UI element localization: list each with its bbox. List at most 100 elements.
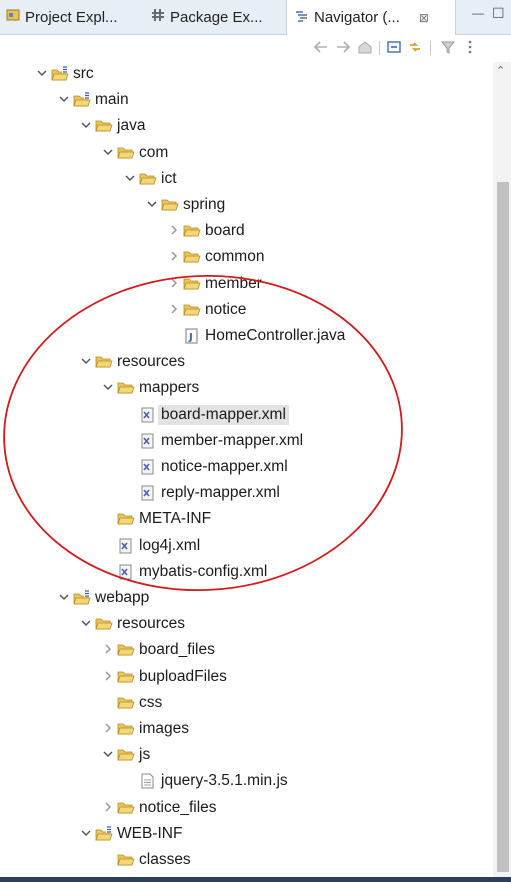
tree-item[interactable]: common bbox=[0, 245, 493, 271]
folder-icon bbox=[117, 380, 135, 396]
src-folder-icon bbox=[73, 92, 91, 108]
tab-label: Package Ex... bbox=[170, 8, 263, 26]
folder-icon bbox=[117, 642, 135, 658]
tree-item-label: HomeController.java bbox=[205, 327, 346, 344]
chevron-down-icon[interactable] bbox=[80, 617, 92, 631]
tree-item[interactable]: mappers bbox=[0, 376, 493, 402]
tree-item[interactable]: src bbox=[0, 62, 493, 88]
view-menu-icon[interactable] bbox=[462, 39, 478, 55]
chevron-down-icon[interactable] bbox=[80, 355, 92, 369]
chevron-right-icon[interactable] bbox=[168, 224, 180, 238]
folder-icon bbox=[117, 721, 135, 737]
xml-icon bbox=[139, 485, 157, 501]
chevron-down-icon[interactable] bbox=[58, 93, 70, 107]
chevron-right-icon[interactable] bbox=[102, 643, 114, 657]
tree-item[interactable]: main bbox=[0, 88, 493, 114]
tab-package-explorer[interactable]: Package Ex... bbox=[151, 0, 263, 34]
tree-item[interactable]: spring bbox=[0, 193, 493, 219]
chevron-right-icon[interactable] bbox=[102, 670, 114, 684]
back-icon[interactable] bbox=[313, 39, 329, 55]
xml-icon bbox=[139, 407, 157, 423]
tree-item[interactable]: log4j.xml bbox=[0, 534, 493, 560]
tree-item[interactable]: images bbox=[0, 717, 493, 743]
chevron-down-icon[interactable] bbox=[102, 146, 114, 160]
chevron-down-icon[interactable] bbox=[124, 172, 136, 186]
xml-icon bbox=[117, 564, 135, 580]
chevron-right-icon[interactable] bbox=[102, 722, 114, 736]
folder-icon bbox=[139, 171, 157, 187]
tree-item[interactable]: classes bbox=[0, 848, 493, 874]
tab-label: Project Expl... bbox=[25, 8, 118, 26]
chevron-down-icon[interactable] bbox=[102, 381, 114, 395]
tree-item-label: ict bbox=[161, 169, 177, 187]
tree-item[interactable]: board-mapper.xml bbox=[0, 403, 493, 429]
tree-item-label: board_files bbox=[139, 641, 215, 659]
tree-item-label: jquery-3.5.1.min.js bbox=[161, 772, 288, 790]
home-icon[interactable] bbox=[357, 39, 373, 55]
xml-icon bbox=[139, 433, 157, 449]
tree-item-label: board-mapper.xml bbox=[158, 404, 289, 425]
chevron-down-icon[interactable] bbox=[80, 119, 92, 133]
tree-item[interactable]: resources bbox=[0, 350, 493, 376]
tree-item[interactable]: java bbox=[0, 114, 493, 140]
vertical-scrollbar[interactable]: ⌃ bbox=[493, 62, 511, 882]
tree-item[interactable]: mybatis-config.xml bbox=[0, 560, 493, 586]
tree-item[interactable]: js bbox=[0, 743, 493, 769]
tree-item[interactable]: resources bbox=[0, 612, 493, 638]
chevron-down-icon[interactable] bbox=[146, 198, 158, 212]
minimize-icon[interactable]: — bbox=[472, 6, 484, 20]
chevron-down-icon[interactable] bbox=[102, 748, 114, 762]
java-icon: J bbox=[183, 328, 201, 344]
tree-item[interactable]: notice bbox=[0, 298, 493, 324]
chevron-right-icon[interactable] bbox=[168, 277, 180, 291]
tree-item[interactable]: buploadFiles bbox=[0, 665, 493, 691]
tree-item[interactable]: WEB-INF bbox=[0, 822, 493, 848]
tree-item-label: reply-mapper.xml bbox=[161, 484, 280, 502]
tree-item[interactable]: css bbox=[0, 691, 493, 717]
link-editor-icon[interactable] bbox=[407, 39, 423, 55]
tab-navigator[interactable]: Navigator (... ⊠ bbox=[286, 0, 456, 35]
view-toolbar bbox=[0, 35, 511, 61]
chevron-right-icon[interactable] bbox=[168, 250, 180, 264]
tree-item[interactable]: META-INF bbox=[0, 507, 493, 533]
tree-item[interactable]: J HomeController.java bbox=[0, 324, 493, 350]
tree-item-label: member bbox=[205, 274, 262, 292]
tree-item[interactable]: webapp bbox=[0, 586, 493, 612]
tree-item[interactable]: member-mapper.xml bbox=[0, 429, 493, 455]
chevron-right-icon[interactable] bbox=[168, 303, 180, 317]
tree-item[interactable]: board_files bbox=[0, 638, 493, 664]
tree-item[interactable]: notice_files bbox=[0, 796, 493, 822]
chevron-down-icon[interactable] bbox=[58, 591, 70, 605]
folder-icon bbox=[117, 747, 135, 763]
folder-icon bbox=[161, 197, 179, 213]
scrollbar-thumb[interactable] bbox=[497, 182, 509, 872]
maximize-icon[interactable]: ☐ bbox=[492, 5, 505, 22]
tree-item[interactable]: notice-mapper.xml bbox=[0, 455, 493, 481]
chevron-right-icon[interactable] bbox=[102, 801, 114, 815]
chevron-down-icon[interactable] bbox=[36, 67, 48, 81]
tree-item-label: common bbox=[205, 248, 265, 266]
tree-item[interactable]: com bbox=[0, 141, 493, 167]
js-icon bbox=[139, 773, 157, 789]
close-icon[interactable]: ⊠ bbox=[419, 11, 429, 25]
filter-icon[interactable] bbox=[440, 39, 456, 55]
navigator-tree: src main java com ict spring board common member… bbox=[0, 62, 493, 882]
tree-item-label: notice_files bbox=[139, 798, 217, 816]
tree-item[interactable]: jquery-3.5.1.min.js bbox=[0, 769, 493, 795]
view-tab-bar: Project Expl... Package Ex... Navigator … bbox=[0, 0, 511, 35]
tree-item-label: buploadFiles bbox=[139, 667, 227, 685]
tree-item-label: java bbox=[117, 117, 146, 135]
folder-icon bbox=[117, 669, 135, 685]
tree-item-label: js bbox=[139, 746, 151, 764]
tree-item[interactable]: ict bbox=[0, 167, 493, 193]
collapse-all-icon[interactable] bbox=[386, 39, 402, 55]
tree-item[interactable]: member bbox=[0, 272, 493, 298]
chevron-down-icon[interactable] bbox=[80, 827, 92, 841]
tab-project-explorer[interactable]: Project Expl... bbox=[6, 0, 118, 34]
tree-item[interactable]: reply-mapper.xml bbox=[0, 481, 493, 507]
tree-item[interactable]: board bbox=[0, 219, 493, 245]
forward-icon[interactable] bbox=[335, 39, 351, 55]
tree-item-label: com bbox=[139, 143, 169, 161]
tree-item-label: spring bbox=[183, 196, 226, 213]
scroll-up-icon[interactable]: ⌃ bbox=[496, 64, 505, 77]
